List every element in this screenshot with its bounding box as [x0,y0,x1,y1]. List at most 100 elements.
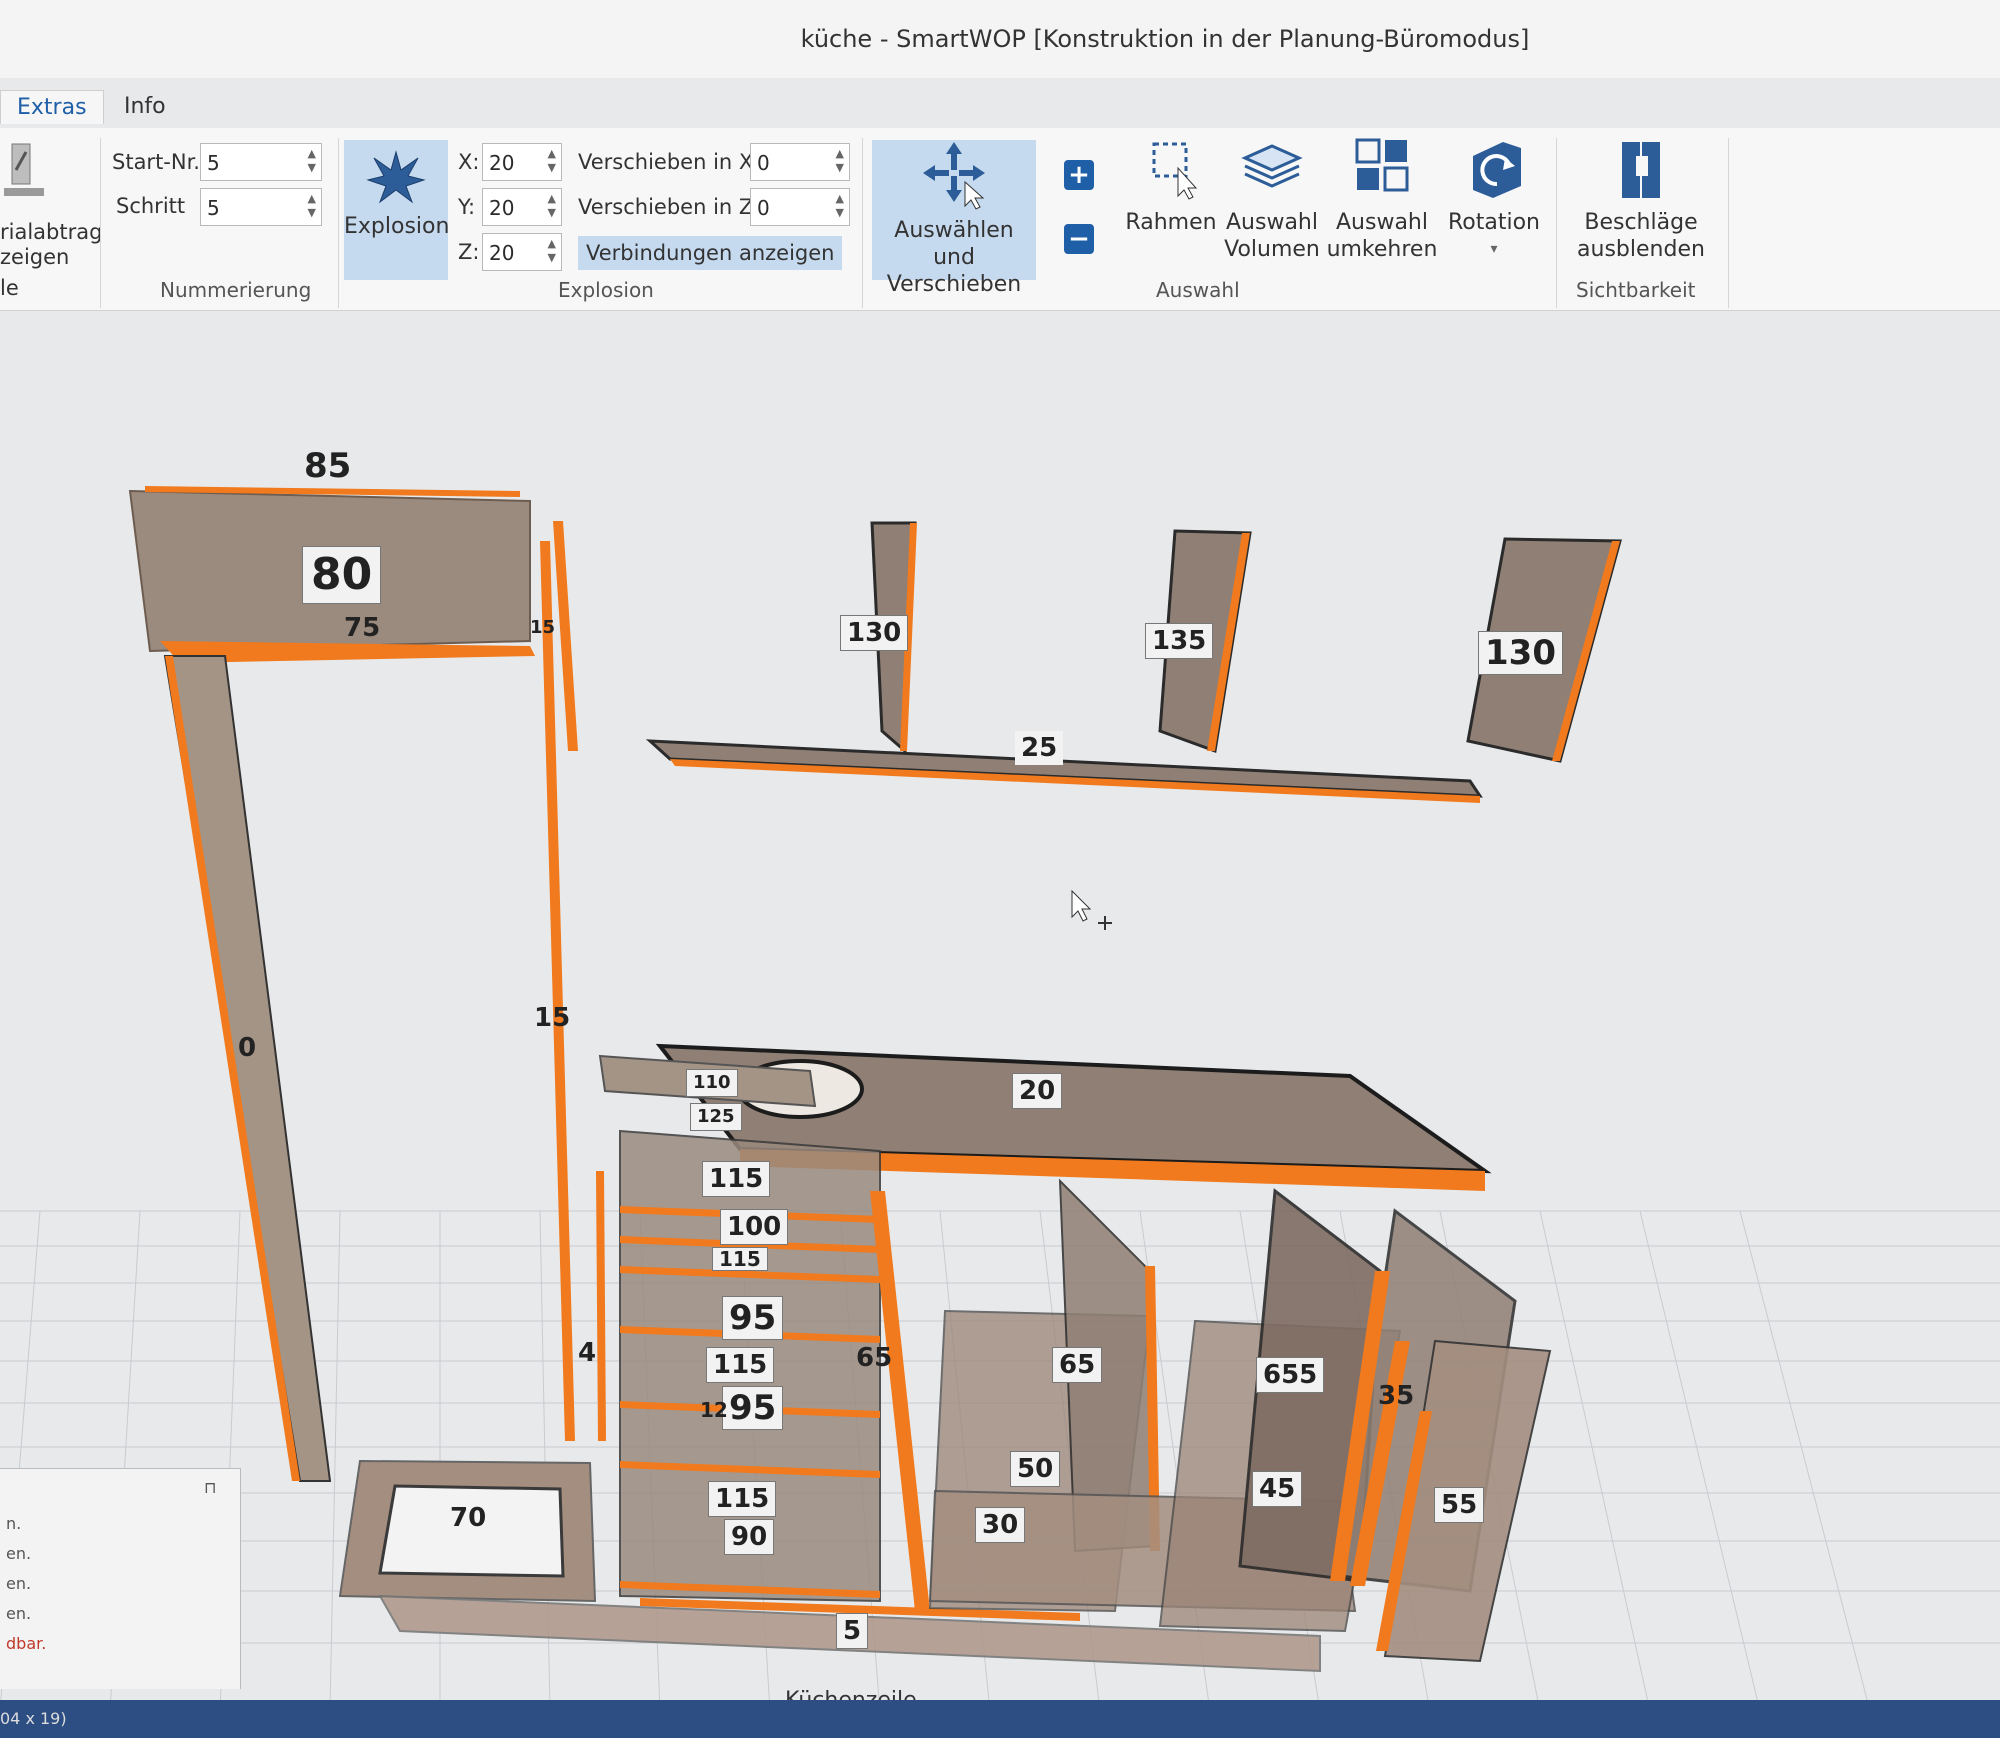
side-panel-item[interactable]: en. [0,1539,240,1569]
explosion-button[interactable]: Explosion [344,140,450,280]
dimension-label: 15 [534,1003,571,1033]
dimension-label: 655 [1256,1357,1325,1393]
hide-fittings-line1: Beschläge [1584,210,1698,235]
dimension-label: 65 [1052,1347,1103,1383]
hide-fittings-button[interactable]: Beschläge ausblenden [1566,138,1716,263]
dimension-label: 100 [720,1209,789,1245]
explosion-z-label: Z: [458,240,480,264]
separator [862,138,863,308]
add-to-selection-icon[interactable]: + [1064,160,1094,190]
3d-viewport[interactable]: 85 80 75 15 0 15 130 135 130 25 20 110 1… [0,311,2000,1711]
start-number-value: 5 [207,151,220,175]
dimension-label: 115 [712,1247,768,1271]
spinner-arrows-icon[interactable]: ▲ ▼ [836,147,844,175]
invert-selection-line1: Auswahl [1336,210,1428,235]
start-number-label: Start-Nr. [112,150,200,174]
explosion-x-spinner[interactable]: 20 ▲ ▼ [482,143,562,181]
spinner-arrows-icon[interactable]: ▲ ▼ [548,192,556,220]
dimension-label: 130 [840,615,909,651]
ribbon: rialabtrag zeigen le Start-Nr. 5 ▲ ▼ Schr… [0,128,2000,311]
dimension-label: 130 [1478,631,1563,675]
move-x-spinner[interactable]: 0 ▲ ▼ [750,143,850,181]
material-removal-icon[interactable] [4,140,44,200]
step-value: 5 [207,196,220,220]
frame-select-label: Rahmen [1125,210,1217,235]
pin-icon[interactable]: ⊓ [204,1473,216,1503]
side-panel-item[interactable]: n. [0,1509,240,1539]
dimension-label: 5 [836,1613,869,1649]
group-label-explosion: Explosion [558,278,654,302]
window-title: küche - SmartWOP [Konstruktion in der Pl… [800,25,1530,53]
dimension-label: 115 [702,1161,771,1197]
dimension-label: 80 [302,546,382,604]
explosion-z-spinner[interactable]: 20 ▲ ▼ [482,233,562,271]
side-panel: ⊓ n. en. en. en. dbar. [0,1468,241,1689]
select-volume-line2: Volumen [1224,237,1320,262]
dimension-label: 115 [706,1347,775,1383]
explosion-icon [366,150,426,204]
exploded-kitchen-model[interactable] [0,311,2000,1711]
dimension-label: 85 [304,446,352,486]
select-and-move-button[interactable]: Auswählen und Verschieben [872,140,1036,297]
start-number-spinner[interactable]: 5 ▲ ▼ [200,143,322,181]
dimension-label: 115 [708,1481,777,1517]
status-text: 04 x 19) [0,1709,67,1728]
explosion-y-label: Y: [458,195,476,219]
spinner-arrows-icon[interactable]: ▲ ▼ [836,192,844,220]
move-z-spinner[interactable]: 0 ▲ ▼ [750,188,850,226]
move-x-label: Verschieben in X: [578,150,761,174]
separator [100,138,101,308]
invert-selection-button[interactable]: Auswahl umkehren [1326,138,1438,263]
group-label-numbering: Nummerierung [160,278,312,302]
dimension-label: 25 [1015,731,1064,765]
rotation-label: Rotation [1447,210,1540,235]
invert-grid-icon [1355,138,1409,192]
separator [338,138,339,308]
dimension-label: 65 [856,1343,893,1373]
mouse-cursor-icon [1071,889,1112,930]
explosion-button-label: Explosion [344,214,450,239]
side-panel-item[interactable]: en. [0,1569,240,1599]
dimension-label: 20 [1012,1073,1063,1109]
spinner-arrows-icon[interactable]: ▲ ▼ [308,192,316,220]
show-connections-toggle[interactable]: Verbindungen anzeigen [578,236,843,270]
move-z-value: 0 [757,196,770,220]
side-panel-item[interactable]: en. [0,1599,240,1629]
frame-select-button[interactable]: Rahmen [1122,138,1220,236]
move-z-label: Verschieben in Z: [578,195,761,219]
dimension-label: 15 [530,617,556,638]
left-group-label: le [0,276,19,300]
title-bar: küche - SmartWOP [Konstruktion in der Pl… [0,0,2000,78]
step-label: Schritt [116,194,186,218]
status-bar: 04 x 19) [0,1700,2000,1738]
dimension-label: 30 [975,1507,1026,1543]
move-arrows-icon [923,142,985,210]
tab-info[interactable]: Info [108,90,182,123]
tab-extras[interactable]: Extras [0,90,104,124]
spinner-arrows-icon[interactable]: ▲ ▼ [548,237,556,265]
remove-from-selection-icon[interactable]: − [1064,224,1094,254]
rotation-icon [1473,142,1521,198]
invert-selection-line2: umkehren [1326,237,1438,262]
explosion-y-spinner[interactable]: 20 ▲ ▼ [482,188,562,226]
dimension-label: 0 [238,1033,257,1063]
group-label-visibility: Sichtbarkeit [1576,278,1696,302]
dimension-label: 90 [724,1519,775,1555]
spinner-arrows-icon[interactable]: ▲ ▼ [308,147,316,175]
rotation-dropdown-icon[interactable]: ▾ [1440,236,1548,263]
side-panel-item[interactable]: dbar. [0,1629,240,1659]
select-volume-button[interactable]: Auswahl Volumen [1222,138,1322,263]
dimension-label: 55 [1434,1487,1485,1523]
dimension-label: 12 [700,1398,728,1422]
step-spinner[interactable]: 5 ▲ ▼ [200,188,322,226]
rotation-button[interactable]: Rotation ▾ [1440,138,1548,263]
dimension-label: 95 [722,1296,784,1340]
material-removal-line2[interactable]: zeigen [0,245,69,269]
dimension-label: 4 [578,1338,597,1368]
select-and-move-line1: Auswählen und [894,218,1014,270]
spinner-arrows-icon[interactable]: ▲ ▼ [548,147,556,175]
dimension-label: 50 [1010,1451,1061,1487]
separator [1728,138,1729,308]
explosion-x-label: X: [458,150,480,174]
material-removal-line1[interactable]: rialabtrag [0,220,102,244]
